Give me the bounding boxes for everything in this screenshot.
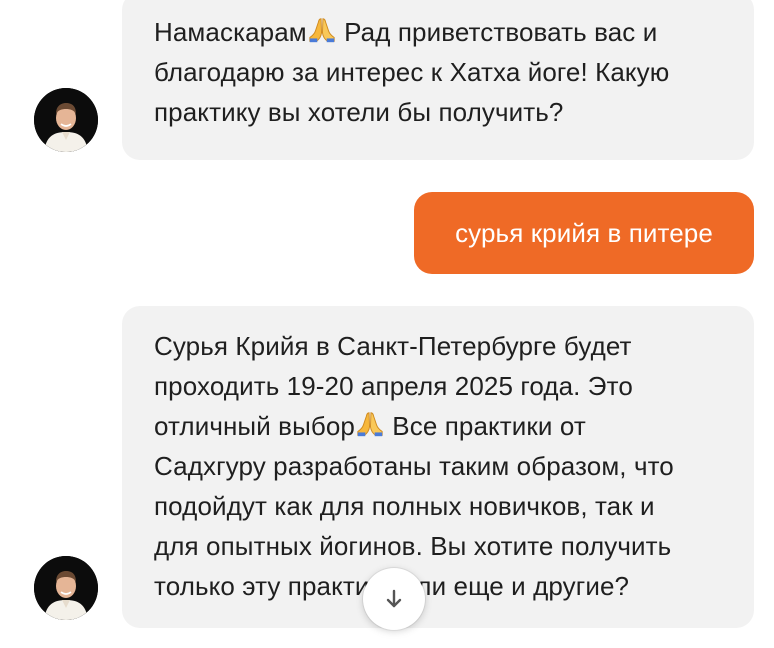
arrow-down-icon	[386, 589, 402, 608]
message-line: благодарю за интерес к Хатха йоге! Какую	[154, 57, 670, 87]
message-line: Сурья Крийя в Санкт-Петербурге будет	[154, 331, 632, 361]
bottom-fade	[0, 628, 774, 648]
message-text: сурья крийя в питере	[455, 218, 713, 248]
avatar-image	[34, 88, 98, 152]
message-text: Рад приветствовать вас и	[336, 17, 658, 47]
message-text: Все практики от	[384, 411, 586, 441]
bot-avatar	[34, 88, 98, 152]
chat-thread: Намаскарам Рад приветствовать вас и благ…	[0, 0, 774, 648]
avatar-image	[34, 556, 98, 620]
folded-hands-emoji-icon	[357, 412, 383, 437]
bot-message: Сурья Крийя в Санкт-Петербурге будет про…	[122, 306, 754, 628]
message-line: Садхгуру разработаны таким образом, что	[154, 451, 674, 481]
message-line: отличный выбор Все практики от	[154, 406, 722, 446]
message-line: подойдут как для полных новичков, так и	[154, 491, 655, 521]
message-line: практику вы хотели бы получить?	[154, 97, 564, 127]
message-line: Намаскарам Рад приветствовать вас и	[154, 12, 722, 52]
message-text: Намаскарам	[154, 17, 307, 47]
scroll-to-bottom-button[interactable]	[363, 568, 425, 630]
bot-message: Намаскарам Рад приветствовать вас и благ…	[122, 0, 754, 160]
folded-hands-emoji-icon	[309, 18, 335, 43]
bot-avatar	[34, 556, 98, 620]
message-text: отличный выбор	[154, 411, 355, 441]
message-line: для опытных йогинов. Вы хотите получить	[154, 531, 672, 561]
message-line: только эту практику или еще и другие?	[154, 571, 630, 601]
message-line: проходить 19-20 апреля 2025 года. Это	[154, 371, 633, 401]
user-message: сурья крийя в питере	[414, 192, 754, 274]
